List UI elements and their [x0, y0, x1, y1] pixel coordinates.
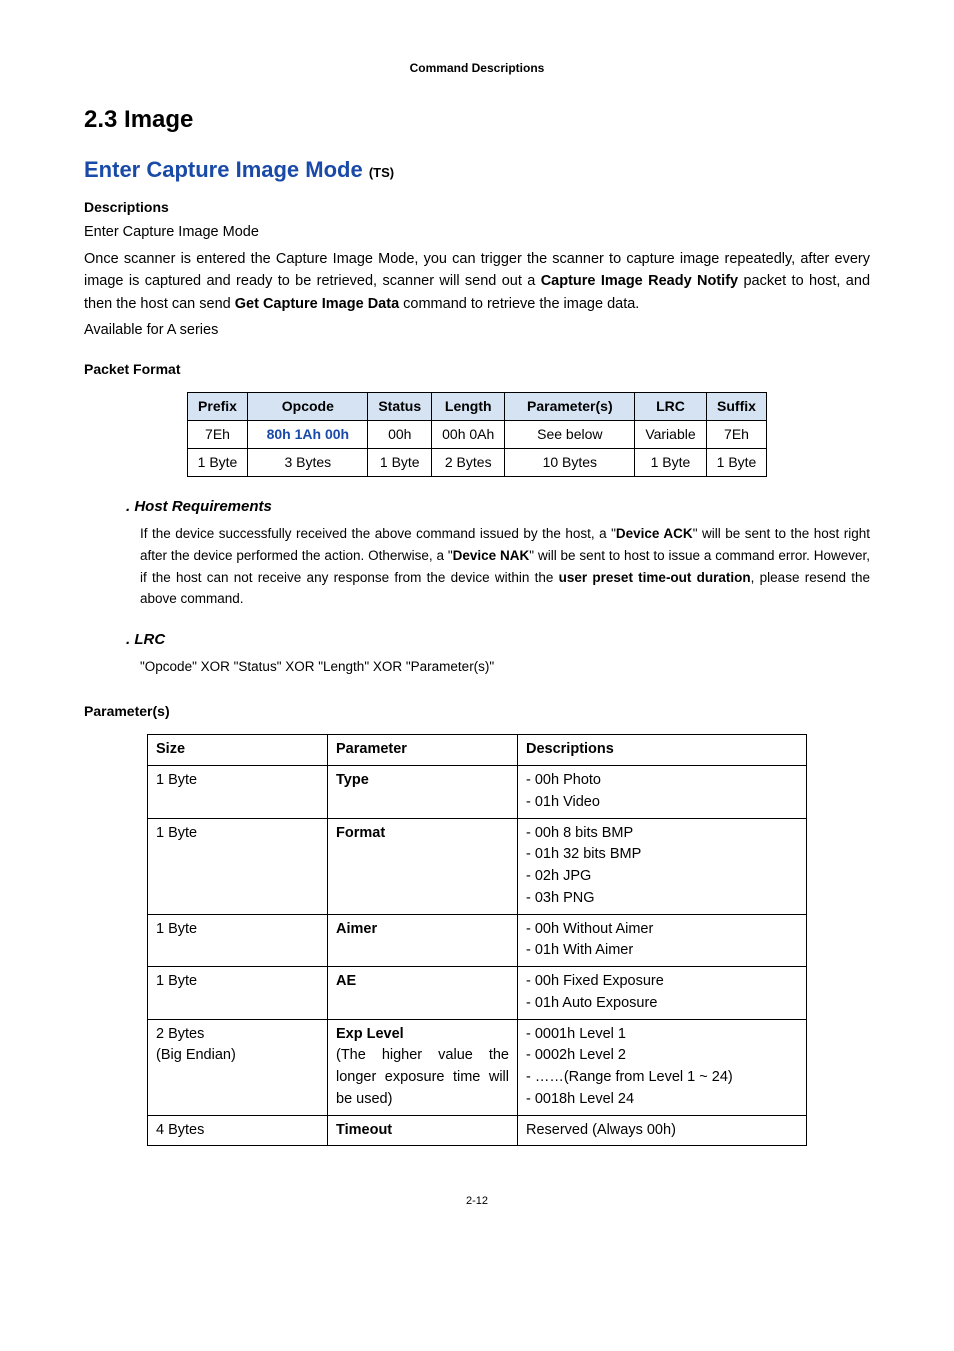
table-row: Size Parameter Descriptions: [148, 735, 807, 766]
cell-parameter: Format: [328, 818, 518, 914]
col-parameter: Parameter: [328, 735, 518, 766]
opcode-value: 80h 1Ah 00h: [267, 426, 349, 442]
host-requirements-body: If the device successfully received the …: [140, 523, 870, 609]
cell: 7Eh: [187, 421, 248, 449]
cell: 1 Byte: [706, 449, 767, 477]
col-prefix: Prefix: [187, 393, 248, 421]
descriptions-label: Descriptions: [84, 198, 870, 217]
params-table-wrap: Size Parameter Descriptions 1 ByteType- …: [84, 734, 870, 1146]
table-row: Prefix Opcode Status Length Parameter(s)…: [187, 393, 767, 421]
lrc-heading: . LRC: [126, 630, 870, 650]
packet-format-label: Packet Format: [84, 360, 870, 379]
table-row: 2 Bytes(Big Endian)Exp Level(The higher …: [148, 1019, 807, 1115]
lrc-body: "Opcode" XOR "Status" XOR "Length" XOR "…: [140, 656, 870, 678]
col-parameters: Parameter(s): [505, 393, 635, 421]
cell-size: 1 Byte: [148, 914, 328, 967]
cell: 3 Bytes: [248, 449, 368, 477]
host-text-a: If the device successfully received the …: [140, 526, 616, 541]
table-row: 1 ByteAE- 00h Fixed Exposure- 01h Auto E…: [148, 967, 807, 1020]
section-heading-2-3: 2.3 Image: [84, 104, 870, 136]
cell: 00h 0Ah: [432, 421, 505, 449]
table-row: 1 ByteType- 00h Photo- 01h Video: [148, 766, 807, 819]
host-bold-f: user preset time-out duration: [559, 570, 751, 585]
command-heading: Enter Capture Image Mode (TS): [84, 155, 870, 185]
col-opcode: Opcode: [248, 393, 368, 421]
command-heading-ts: (TS): [369, 165, 394, 180]
cell-descriptions: - 00h 8 bits BMP- 01h 32 bits BMP- 02h J…: [518, 818, 807, 914]
cell: See below: [505, 421, 635, 449]
cell-parameter: Timeout: [328, 1115, 518, 1146]
col-suffix: Suffix: [706, 393, 767, 421]
cell-descriptions: - 0001h Level 1- 0002h Level 2- ……(Range…: [518, 1019, 807, 1115]
table-row: 4 BytesTimeoutReserved (Always 00h): [148, 1115, 807, 1146]
host-bold-b: Device ACK: [616, 526, 693, 541]
cell-parameter: Aimer: [328, 914, 518, 967]
table-row: 7Eh 80h 1Ah 00h 00h 00h 0Ah See below Va…: [187, 421, 767, 449]
host-bold-d: Device NAK: [453, 548, 530, 563]
table-row: 1 ByteFormat- 00h 8 bits BMP- 01h 32 bit…: [148, 818, 807, 914]
cell-parameter: Type: [328, 766, 518, 819]
cell-descriptions: - 00h Photo- 01h Video: [518, 766, 807, 819]
cell: 1 Byte: [635, 449, 706, 477]
table-row: 1 ByteAimer- 00h Without Aimer- 01h With…: [148, 914, 807, 967]
descriptions-available: Available for A series: [84, 319, 870, 341]
col-lrc: LRC: [635, 393, 706, 421]
page-header: Command Descriptions: [84, 60, 870, 76]
cell-descriptions: - 00h Fixed Exposure- 01h Auto Exposure: [518, 967, 807, 1020]
cell: 1 Byte: [187, 449, 248, 477]
cell: 7Eh: [706, 421, 767, 449]
host-requirements-heading: . Host Requirements: [126, 497, 870, 517]
cell-descriptions: - 00h Without Aimer- 01h With Aimer: [518, 914, 807, 967]
desc-bold-d: Get Capture Image Data: [235, 296, 399, 312]
cell: 1 Byte: [368, 449, 432, 477]
cell-parameter: AE: [328, 967, 518, 1020]
cell-parameter: Exp Level(The higher value the longer ex…: [328, 1019, 518, 1115]
descriptions-line1: Enter Capture Image Mode: [84, 221, 870, 243]
lrc-section: . LRC "Opcode" XOR "Status" XOR "Length"…: [126, 630, 870, 678]
cell-size: 1 Byte: [148, 818, 328, 914]
host-requirements-section: . Host Requirements If the device succes…: [126, 497, 870, 610]
cell-opcode: 80h 1Ah 00h: [248, 421, 368, 449]
desc-text-e: command to retrieve the image data.: [399, 296, 639, 312]
packet-format-table: Prefix Opcode Status Length Parameter(s)…: [187, 392, 768, 477]
packet-table-wrap: Prefix Opcode Status Length Parameter(s)…: [84, 392, 870, 477]
col-status: Status: [368, 393, 432, 421]
descriptions-paragraph: Once scanner is entered the Capture Imag…: [84, 248, 870, 315]
cell-descriptions: Reserved (Always 00h): [518, 1115, 807, 1146]
desc-bold-b: Capture Image Ready Notify: [541, 273, 738, 289]
cell-size: 1 Byte: [148, 766, 328, 819]
col-size: Size: [148, 735, 328, 766]
cell: 00h: [368, 421, 432, 449]
col-length: Length: [432, 393, 505, 421]
cell: Variable: [635, 421, 706, 449]
cell-size: 4 Bytes: [148, 1115, 328, 1146]
col-descriptions: Descriptions: [518, 735, 807, 766]
page-number: 2-12: [84, 1194, 870, 1209]
parameters-table: Size Parameter Descriptions 1 ByteType- …: [147, 734, 807, 1146]
parameters-label: Parameter(s): [84, 702, 870, 721]
cell: 10 Bytes: [505, 449, 635, 477]
cell-size: 2 Bytes(Big Endian): [148, 1019, 328, 1115]
cell-size: 1 Byte: [148, 967, 328, 1020]
command-heading-main: Enter Capture Image Mode: [84, 157, 369, 182]
cell: 2 Bytes: [432, 449, 505, 477]
table-row: 1 Byte 3 Bytes 1 Byte 2 Bytes 10 Bytes 1…: [187, 449, 767, 477]
